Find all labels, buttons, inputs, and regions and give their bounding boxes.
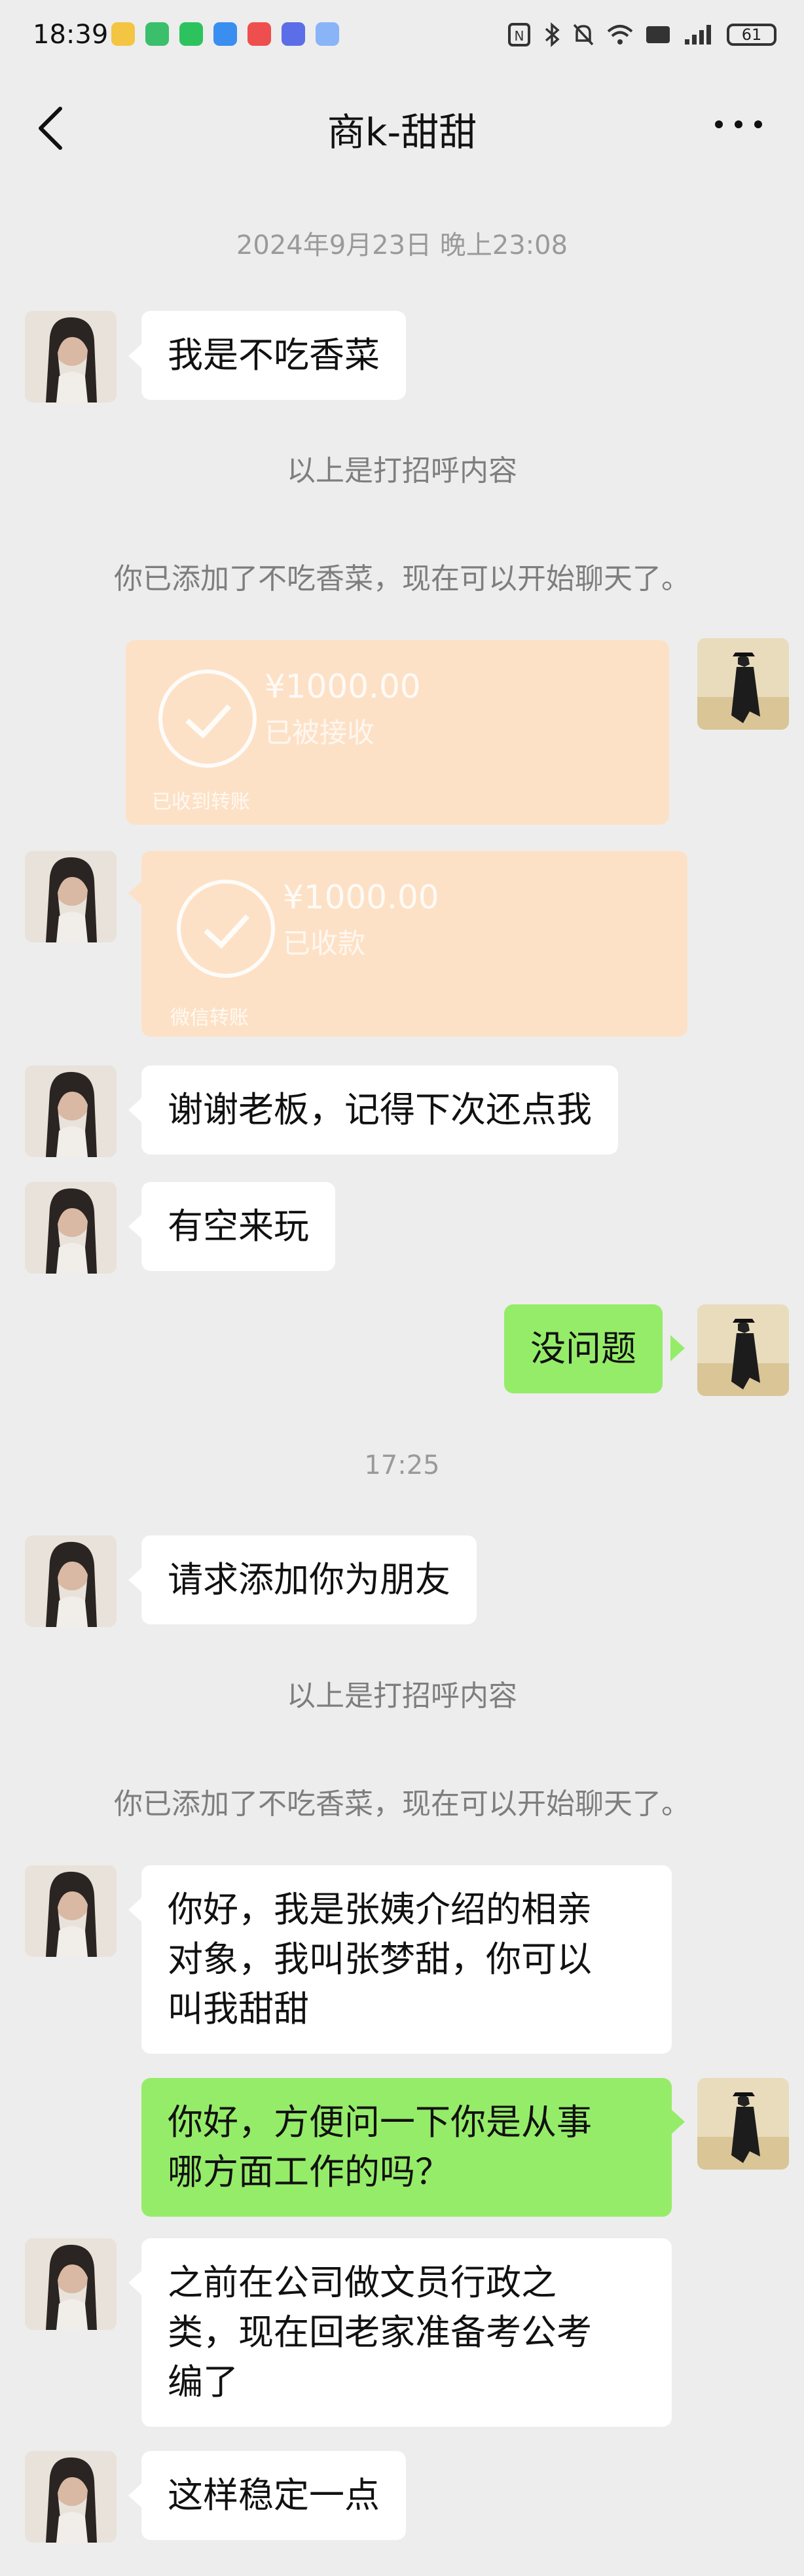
- wechat-app-icon: [179, 22, 203, 46]
- message-line: 哪方面工作的吗？: [168, 2151, 450, 2192]
- bubble-tail: [670, 2109, 685, 2135]
- bubble-tail: [128, 2270, 143, 2296]
- transfer-amount: ¥1000.00: [265, 668, 421, 706]
- avatar-self[interactable]: [697, 638, 789, 730]
- avatar-contact[interactable]: [25, 1182, 117, 1274]
- avatar-contact[interactable]: [25, 2238, 117, 2330]
- avatar-self[interactable]: [697, 1304, 789, 1396]
- message-text: 我是不吃香菜: [168, 334, 380, 376]
- bluetooth-icon: [542, 22, 562, 47]
- avatar-contact[interactable]: [25, 1065, 117, 1157]
- greeting-note: 以上是打招呼内容: [287, 1679, 517, 1713]
- bubble-tail: [128, 1567, 143, 1593]
- chat-title: 商k-甜甜: [327, 110, 477, 154]
- message-bubble[interactable]: 请求添加你为朋友: [141, 1535, 477, 1624]
- bubble-tail: [128, 880, 143, 906]
- added-note: 你已添加了不吃香菜，现在可以开始聊天了。: [114, 562, 690, 596]
- greeting-note: 以上是打招呼内容: [287, 454, 517, 488]
- check-icon: [158, 670, 257, 768]
- svg-text:N: N: [515, 28, 524, 44]
- transfer-status: 已收款: [283, 927, 366, 959]
- avatar-contact[interactable]: [25, 851, 117, 942]
- message-text: 没问题: [530, 1328, 636, 1369]
- avatar-contact[interactable]: [25, 311, 117, 402]
- more-icon[interactable]: [712, 116, 765, 132]
- message-bubble[interactable]: 你好，我是张姨介绍的相亲 对象，我叫张梦甜，你可以 叫我甜甜: [141, 1865, 672, 2054]
- message-bubble[interactable]: 我是不吃香菜: [141, 311, 406, 400]
- transfer-card[interactable]: ¥1000.00 已被接收 已收到转账: [126, 640, 669, 825]
- hd-icon: [645, 22, 671, 47]
- message-bubble-self[interactable]: 没问题: [504, 1304, 663, 1393]
- message-bubble[interactable]: 之前在公司做文员行政之 类，现在回老家准备考公考 编了: [141, 2238, 672, 2427]
- message-text: 请求添加你为朋友: [168, 1559, 450, 1600]
- message-bubble[interactable]: 谢谢老板，记得下次还点我: [141, 1065, 618, 1154]
- message-text: 有空来玩: [168, 1206, 309, 1247]
- message-line: 你好，方便问一下你是从事: [168, 2102, 592, 2143]
- bubble-tail: [128, 1097, 143, 1123]
- eye-app-icon: [111, 22, 135, 46]
- mute-icon: [572, 22, 595, 47]
- added-note: 你已添加了不吃香菜，现在可以开始聊天了。: [114, 1787, 690, 1821]
- people-app-icon: [282, 22, 305, 46]
- signal-icon: [681, 22, 716, 47]
- transfer-footer: 微信转账: [170, 1007, 249, 1029]
- avatar-contact[interactable]: [25, 1865, 117, 1957]
- message-text: 谢谢老板，记得下次还点我: [168, 1089, 592, 1130]
- transfer-card[interactable]: ¥1000.00 已收款 微信转账: [141, 851, 687, 1037]
- status-bar: 18:39 N 61: [0, 0, 804, 72]
- nfc-icon: N: [507, 22, 531, 47]
- bubble-tail: [670, 1335, 685, 1361]
- timestamp: 2024年9月23日 晚上23:08: [236, 230, 568, 260]
- status-time: 18:39: [33, 20, 109, 50]
- bubble-tail: [128, 1213, 143, 1240]
- message-line: 之前在公司做文员行政之: [168, 2262, 557, 2303]
- cloud-app-icon: [316, 22, 339, 46]
- check-icon: [177, 880, 275, 978]
- avatar-contact[interactable]: [25, 2451, 117, 2543]
- message-line: 对象，我叫张梦甜，你可以: [168, 1939, 592, 1980]
- message-line: 类，现在回老家准备考公考: [168, 2312, 592, 2353]
- message-line: 叫我甜甜: [168, 1988, 309, 2030]
- transfer-status: 已被接收: [265, 717, 375, 749]
- message-bubble[interactable]: 有空来玩: [141, 1182, 335, 1271]
- message-app-icon: [213, 22, 237, 46]
- message-bubble[interactable]: 这样稳定一点: [141, 2451, 406, 2540]
- avatar-contact[interactable]: [25, 1535, 117, 1627]
- wifi-icon: [606, 22, 634, 47]
- chat-app-icon: [145, 22, 169, 46]
- bubble-tail: [128, 2482, 143, 2509]
- message-text: 这样稳定一点: [168, 2475, 380, 2516]
- battery-indicator: 61: [727, 24, 777, 46]
- bubble-tail: [128, 1897, 143, 1923]
- bubble-tail: [128, 343, 143, 369]
- transfer-amount: ¥1000.00: [283, 878, 439, 916]
- message-bubble-self[interactable]: 你好，方便问一下你是从事 哪方面工作的吗？: [141, 2078, 672, 2217]
- camera-app-icon: [247, 22, 271, 46]
- transfer-footer: 已收到转账: [152, 791, 250, 814]
- message-line: 你好，我是张姨介绍的相亲: [168, 1889, 592, 1930]
- timestamp: 17:25: [364, 1450, 440, 1480]
- message-line: 编了: [168, 2361, 238, 2403]
- avatar-self[interactable]: [697, 2078, 789, 2170]
